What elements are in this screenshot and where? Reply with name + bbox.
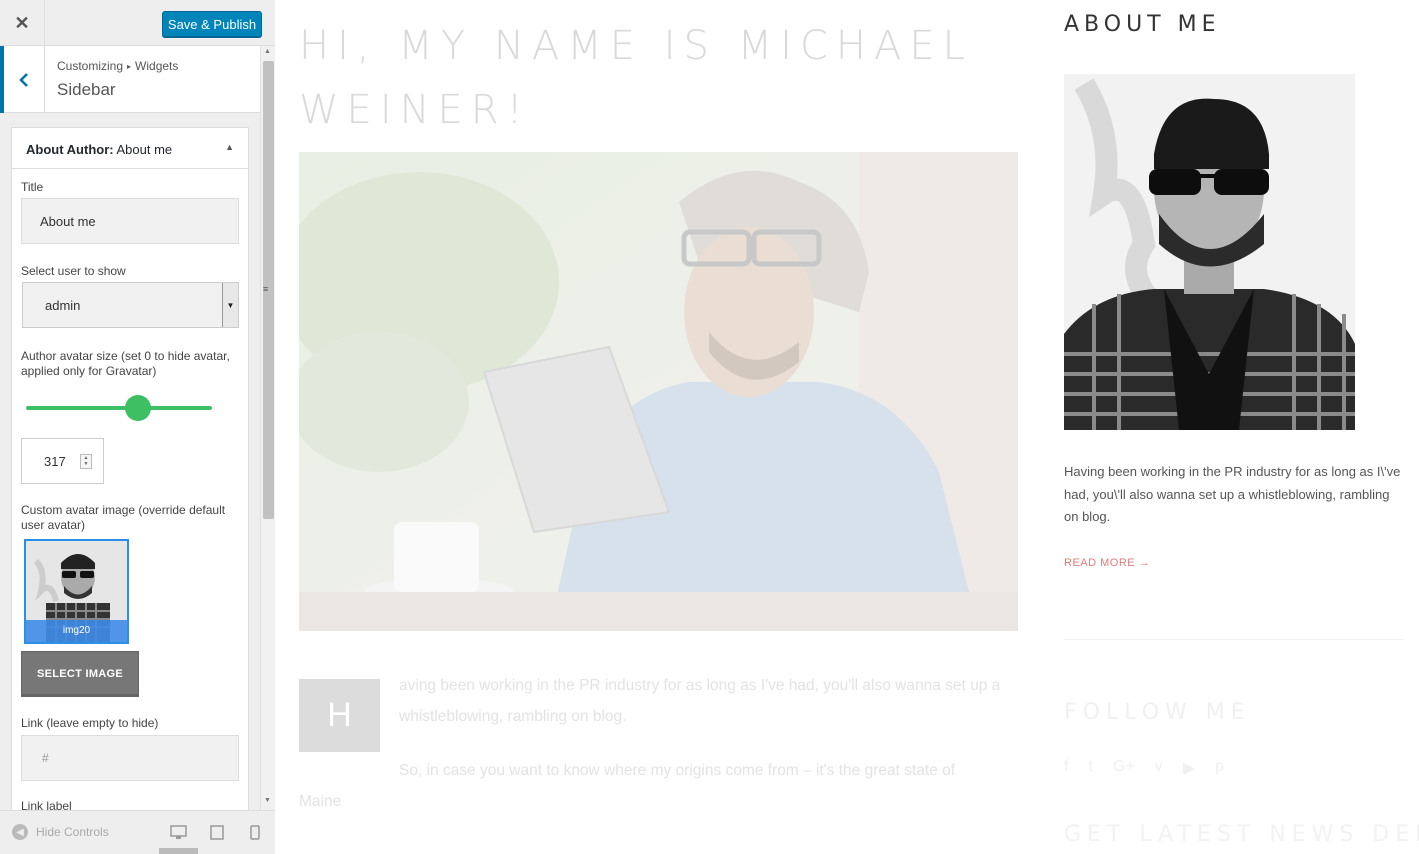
- title-field-label: Title: [21, 180, 44, 194]
- post-paragraph-2-line-2: Maine: [299, 793, 342, 810]
- user-select-value: admin: [45, 297, 81, 313]
- widget-title: About Author: About me: [26, 142, 172, 157]
- link-input[interactable]: #: [21, 735, 239, 781]
- facebook-icon[interactable]: f: [1064, 758, 1068, 778]
- save-publish-button[interactable]: Save & Publish: [162, 11, 262, 37]
- widget-type: About Author:: [26, 142, 114, 157]
- close-customizer-button[interactable]: ✕: [0, 0, 45, 46]
- dropdown-arrow-icon[interactable]: ▼: [222, 283, 238, 327]
- sidebar-divider: [1064, 639, 1404, 640]
- arrow-right-icon: →: [1138, 557, 1151, 569]
- link-text-label: Link label: [21, 799, 72, 810]
- user-select-label: Select user to show: [21, 264, 126, 278]
- about-me-text: Having been working in the PR industry f…: [1064, 464, 1401, 524]
- link-field-label: Link (leave empty to hide): [21, 716, 159, 730]
- avatar-size-slider-handle[interactable]: [124, 395, 151, 421]
- horizontal-scrollbar-thumb[interactable]: [159, 848, 198, 854]
- widget-name: About me: [116, 142, 173, 157]
- google-plus-icon[interactable]: G+: [1113, 758, 1135, 778]
- customizer-panel: ✕ Save & Publish Customizing ▸ Widgets Sid…: [0, 0, 275, 854]
- customizer-footer: ◀ Hide Controls: [0, 810, 275, 854]
- scroll-down-arrow-icon[interactable]: ▼: [264, 797, 271, 804]
- mobile-preview-icon[interactable]: [250, 825, 260, 845]
- scroll-up-arrow-icon[interactable]: ▲: [264, 48, 271, 55]
- avatar-size-label: Author avatar size (set 0 to hide avatar…: [21, 349, 230, 378]
- widget-header[interactable]: About Author: About me ▲: [12, 128, 248, 169]
- hide-controls-button[interactable]: ◀ Hide Controls: [12, 824, 109, 840]
- about-me-avatar: [1064, 74, 1355, 430]
- featured-image: [299, 152, 1018, 631]
- social-icons: f t G+ v ▶ p: [1064, 758, 1224, 778]
- back-button[interactable]: [0, 46, 45, 113]
- post-title: HI, MY NAME IS MICHAEL WEINER!: [299, 23, 973, 133]
- user-select[interactable]: admin ▼: [22, 282, 239, 328]
- pinterest-icon[interactable]: p: [1215, 758, 1224, 778]
- close-icon: ✕: [14, 12, 30, 33]
- hide-controls-label: Hide Controls: [36, 825, 109, 839]
- breadcrumb-root: Customizing: [57, 59, 124, 73]
- avatar-size-value: 317: [44, 453, 66, 469]
- desktop-preview-icon[interactable]: [170, 825, 187, 845]
- avatar-size-input[interactable]: 317 ▲ ▼: [21, 438, 104, 484]
- dropcap: H: [299, 679, 380, 752]
- site-preview: HI, MY NAME IS MICHAEL WEINER! H aving b…: [276, 0, 1419, 854]
- number-spinner-icon[interactable]: ▲ ▼: [80, 454, 92, 469]
- thumbnail-caption: img20: [26, 620, 127, 642]
- breadcrumb-separator: ▸: [127, 62, 132, 71]
- custom-avatar-thumbnail[interactable]: img20: [24, 539, 129, 644]
- panel-scrollbar[interactable]: ▲ ≡ ▼: [260, 46, 275, 810]
- avatar-size-slider[interactable]: [26, 406, 212, 410]
- customizer-header: ✕ Save & Publish: [0, 0, 275, 46]
- youtube-icon[interactable]: ▶: [1183, 758, 1195, 778]
- chevron-left-icon: [19, 72, 28, 87]
- select-image-button[interactable]: SELECT IMAGE: [21, 651, 139, 697]
- section-header: Customizing ▸ Widgets Sidebar: [0, 46, 260, 113]
- breadcrumb: Customizing ▸ Widgets: [57, 59, 178, 73]
- newsletter-title: GET LATEST NEWS DELIV-: [1064, 822, 1419, 847]
- post-paragraph-2-line-1: So, in case you want to know where my or…: [399, 762, 956, 779]
- read-more-link[interactable]: READ MORE →: [1064, 557, 1150, 569]
- title-input[interactable]: About me: [21, 198, 239, 244]
- vimeo-icon[interactable]: v: [1155, 758, 1163, 778]
- collapse-arrow-icon[interactable]: ▲: [225, 142, 234, 152]
- scrollbar-grip-icon: ≡: [263, 284, 269, 294]
- tablet-preview-icon[interactable]: [210, 825, 224, 845]
- breadcrumb-current: Widgets: [135, 59, 179, 73]
- post-paragraph-1: aving been working in the PR industry fo…: [399, 677, 1001, 725]
- section-title: Sidebar: [57, 80, 116, 99]
- about-me-title: ABOUT ME: [1064, 12, 1221, 37]
- read-more-label: READ MORE: [1064, 557, 1136, 569]
- twitter-icon[interactable]: t: [1088, 758, 1092, 778]
- custom-avatar-label: Custom avatar image (override default us…: [21, 503, 226, 532]
- follow-me-title: FOLLOW ME: [1064, 700, 1251, 725]
- arrow-left-circle-icon: ◀: [12, 824, 28, 840]
